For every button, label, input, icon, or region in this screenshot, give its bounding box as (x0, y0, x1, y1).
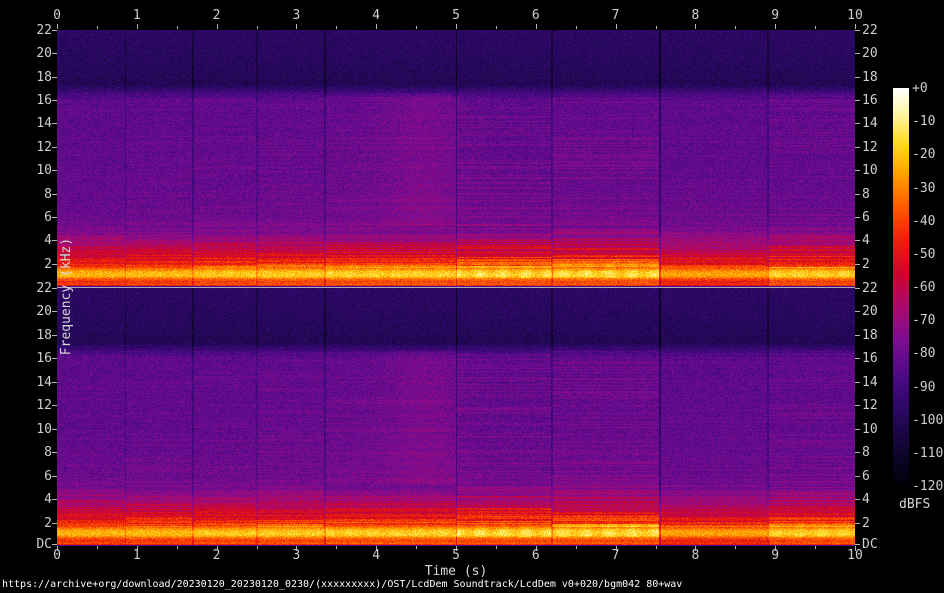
x-tick-bottom (536, 546, 537, 551)
y-axis-title: Frequency (kHz) (59, 237, 75, 356)
y-tick-right (855, 288, 860, 289)
colorbar-tick-label: -10 (912, 114, 936, 129)
y-tick-right (855, 499, 860, 500)
x-minor-tick-bottom (257, 546, 258, 549)
colorbar-tick-label: +0 (912, 81, 928, 96)
y-tick-right (855, 311, 860, 312)
y-tick-right (855, 405, 860, 406)
y-tick-label-right: 18 (862, 70, 878, 85)
x-minor-tick-top (496, 26, 497, 29)
x-minor-tick-top (656, 26, 657, 29)
y-tick-right (855, 335, 860, 336)
x-tick-top (217, 24, 218, 29)
colorbar-tick-label: -30 (912, 181, 936, 196)
colorbar-tick-label: -120 (912, 479, 944, 494)
y-tick-right (855, 53, 860, 54)
y-tick-label-right: 22 (862, 23, 878, 38)
y-tick-right (855, 217, 860, 218)
y-tick-right (855, 240, 860, 241)
x-tick-top (855, 24, 856, 29)
x-tick-top (616, 24, 617, 29)
x-tick-top (296, 24, 297, 29)
x-minor-tick-top (336, 26, 337, 29)
x-tick-bottom (616, 546, 617, 551)
spectrogram-channel-2 (57, 288, 855, 546)
y-tick-right (855, 123, 860, 124)
x-minor-tick-bottom (735, 546, 736, 549)
x-tick-label-top: 7 (611, 8, 620, 23)
y-tick-right (855, 452, 860, 453)
colorbar-tick-label: -70 (912, 313, 936, 328)
y-tick-right (855, 264, 860, 265)
y-tick-right (855, 30, 860, 31)
y-tick-right (855, 476, 860, 477)
x-tick-label-top: 5 (452, 8, 460, 23)
x-tick-top (536, 24, 537, 29)
x-tick-label-top: 3 (292, 8, 301, 23)
colorbar-unit-label: dBFS (899, 497, 931, 512)
y-tick-right (855, 100, 860, 101)
channel-divider-line (57, 287, 855, 288)
y-tick-right (855, 382, 860, 383)
y-tick-right (855, 170, 860, 171)
x-tick-label-top: 6 (531, 8, 540, 23)
y-tick-label-right: 20 (862, 46, 878, 61)
x-minor-tick-bottom (336, 546, 337, 549)
y-tick-right (855, 147, 860, 148)
colorbar-tick-label: -40 (912, 214, 936, 229)
x-tick-bottom (695, 546, 696, 551)
x-minor-tick-bottom (656, 546, 657, 549)
colorbar-tick-label: -80 (912, 346, 936, 361)
y-tick-right (855, 358, 860, 359)
y-tick-label-right: 2 (862, 516, 870, 531)
x-tick-bottom (217, 546, 218, 551)
y-tick-right (855, 77, 860, 78)
y-tick-right (855, 429, 860, 430)
spectrogram-figure: 0 0 1 1 2 2 3 3 4 4 5 5 6 6 7 7 8 8 9 9 10 10 22 22 20 20 18 18 16 16… (0, 0, 944, 593)
x-tick-bottom (296, 546, 297, 551)
colorbar-tick-label: -60 (912, 280, 936, 295)
x-tick-top (775, 24, 776, 29)
x-minor-tick-bottom (576, 546, 577, 549)
x-tick-label-top: 4 (372, 8, 381, 23)
x-axis-title: Time (s) (424, 564, 488, 579)
y-tick-label-right: 4 (862, 492, 870, 507)
x-tick-bottom (137, 546, 138, 551)
colorbar-tick-label: -110 (912, 446, 944, 461)
x-tick-bottom (775, 546, 776, 551)
x-minor-tick-top (815, 26, 816, 29)
x-minor-tick-bottom (496, 546, 497, 549)
source-url-text: https://archive+org/download/20230120_20… (2, 579, 683, 590)
x-tick-top (695, 24, 696, 29)
x-minor-tick-top (576, 26, 577, 29)
x-minor-tick-top (177, 26, 178, 29)
x-tick-label-top: 10 (847, 8, 863, 23)
x-minor-tick-bottom (177, 546, 178, 549)
x-tick-top (137, 24, 138, 29)
colorbar-tick-label: -90 (912, 380, 936, 395)
x-tick-top (456, 24, 457, 29)
y-tick-right (855, 523, 860, 524)
y-tick-right (855, 194, 860, 195)
spectrogram-channel-1 (57, 30, 855, 287)
x-tick-top (376, 24, 377, 29)
colorbar-tick-label: -100 (912, 413, 944, 428)
y-tick-right (855, 544, 860, 545)
x-minor-tick-bottom (815, 546, 816, 549)
x-minor-tick-bottom (416, 546, 417, 549)
x-tick-bottom (376, 546, 377, 551)
x-tick-bottom (456, 546, 457, 551)
y-tick-label-dc-right: DC (862, 537, 878, 552)
x-minor-tick-top (416, 26, 417, 29)
colorbar-tick-label: -20 (912, 147, 936, 162)
x-tick-label-top: 8 (691, 8, 700, 23)
x-tick-label-top: 2 (212, 8, 221, 23)
x-minor-tick-top (257, 26, 258, 29)
colorbar-tick-label: -50 (912, 247, 936, 262)
x-tick-bottom (855, 546, 856, 551)
x-tick-label-top: 9 (771, 8, 780, 23)
colorbar-gradient (893, 88, 909, 486)
x-minor-tick-top (735, 26, 736, 29)
